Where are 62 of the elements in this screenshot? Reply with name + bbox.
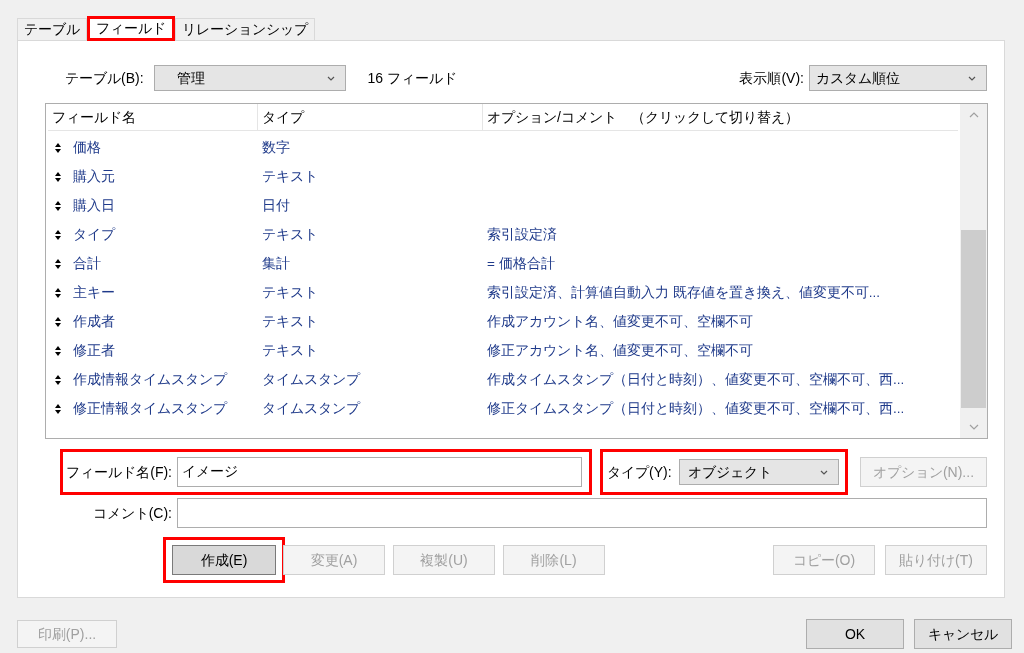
tab[interactable]: フィールド: [87, 16, 175, 41]
field-name: 作成情報タイムスタンプ: [73, 370, 227, 389]
field-name: 修正者: [73, 341, 115, 360]
field-name-input[interactable]: イメージ: [177, 457, 582, 487]
field-options[interactable]: 索引設定済: [487, 226, 557, 242]
dialog-button[interactable]: キャンセル: [914, 619, 1012, 649]
field-name: 購入元: [73, 167, 115, 186]
field-name: 購入日: [73, 196, 115, 215]
column-header[interactable]: タイプ: [258, 104, 483, 130]
sort-order-dropdown[interactable]: カスタム順位: [809, 65, 987, 91]
tab[interactable]: リレーションシップ: [175, 18, 315, 40]
field-name: タイプ: [73, 225, 115, 244]
chevron-down-icon: [819, 469, 828, 475]
field-type: 数字: [262, 139, 290, 155]
drag-handle-icon[interactable]: [55, 171, 61, 182]
drag-handle-icon[interactable]: [55, 374, 61, 385]
field-name: 主キー: [73, 283, 115, 302]
table-dropdown[interactable]: 管理: [153, 65, 346, 91]
drag-handle-icon[interactable]: [55, 403, 61, 414]
field-type-label: タイプ(Y):: [606, 462, 672, 482]
drag-handle-icon[interactable]: [55, 200, 61, 211]
field-options[interactable]: 作成タイムスタンプ（日付と時刻）、値変更不可、空欄不可、西...: [487, 371, 905, 387]
table-label: テーブル(B):: [65, 68, 144, 88]
column-header[interactable]: フィールド名: [48, 104, 258, 130]
sort-order-label: 表示順(V):: [739, 68, 804, 88]
chevron-down-icon: [326, 75, 335, 81]
field-options[interactable]: 修正タイムスタンプ（日付と時刻）、値変更不可、空欄不可、西...: [487, 400, 905, 416]
chevron-down-icon: [968, 75, 976, 81]
field-options[interactable]: = 価格合計: [487, 255, 555, 271]
drag-handle-icon[interactable]: [55, 258, 61, 269]
comment-label: コメント(C):: [91, 503, 172, 523]
field-type: テキスト: [262, 226, 318, 242]
field-type-dropdown[interactable]: オブジェクト: [678, 459, 839, 485]
field-options[interactable]: 索引設定済、計算値自動入力 既存値を置き換え、値変更不可...: [487, 284, 880, 300]
field-name-label: フィールド名(F):: [65, 462, 172, 482]
drag-handle-icon[interactable]: [55, 316, 61, 327]
field-type: タイムスタンプ: [262, 400, 360, 416]
scroll-thumb[interactable]: [961, 230, 986, 408]
drag-handle-icon[interactable]: [55, 229, 61, 240]
action-button[interactable]: 作成(E): [172, 545, 276, 575]
field-type: テキスト: [262, 284, 318, 300]
field-type: テキスト: [262, 168, 318, 184]
drag-handle-icon[interactable]: [55, 287, 61, 298]
drag-handle-icon[interactable]: [55, 142, 61, 153]
field-type: 日付: [262, 197, 290, 213]
field-name: 作成者: [73, 312, 115, 331]
tab[interactable]: テーブル: [17, 18, 87, 40]
field-options[interactable]: 修正アカウント名、値変更不可、空欄不可: [487, 342, 753, 358]
field-name: 修正情報タイムスタンプ: [73, 399, 227, 418]
field-type: テキスト: [262, 342, 318, 358]
field-name: 合計: [73, 254, 101, 273]
field-type: タイムスタンプ: [262, 371, 360, 387]
scrollbar[interactable]: [960, 104, 987, 438]
drag-handle-icon[interactable]: [55, 345, 61, 356]
field-options[interactable]: 作成アカウント名、値変更不可、空欄不可: [487, 313, 753, 329]
field-name: 価格: [73, 138, 101, 157]
column-header[interactable]: オプション/コメント （クリックして切り替え）: [483, 104, 958, 130]
field-type: 集計: [262, 255, 290, 271]
field-count: 16 フィールド: [367, 68, 458, 88]
dialog-button[interactable]: OK: [806, 619, 904, 649]
field-type: テキスト: [262, 313, 318, 329]
comment-input[interactable]: [177, 498, 987, 528]
